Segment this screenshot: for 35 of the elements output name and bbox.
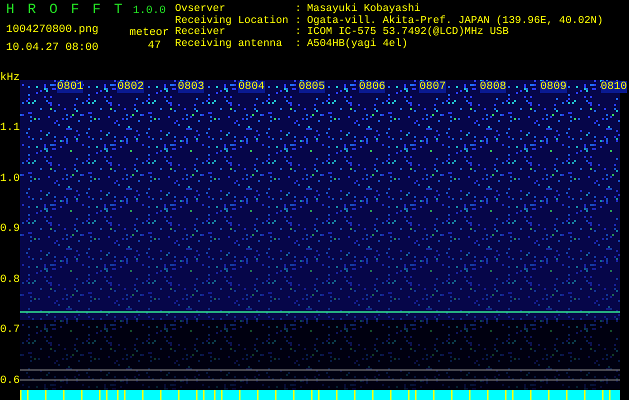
- info-value: ICOM IC-575 53.7492(@LCD)MHz USB: [307, 27, 509, 38]
- frequency-label: 0.6: [0, 374, 20, 386]
- counter-value: 47: [148, 39, 162, 53]
- frequency-label: 1.0: [0, 172, 20, 184]
- info-separator: :: [295, 16, 302, 27]
- time-label: 0810: [600, 81, 627, 93]
- info-label: Receiving Location: [175, 16, 290, 26]
- info-label: Ovserver: [175, 4, 226, 15]
- time-label: 0803: [178, 81, 204, 93]
- time-label: 0807: [419, 81, 446, 93]
- info-value: A504HB(yagi 4el): [307, 38, 408, 50]
- app-version: 1.0.0: [132, 4, 166, 19]
- time-label: 0809: [540, 81, 567, 93]
- time-label: 0805: [298, 81, 325, 93]
- time-label: 0804: [238, 81, 265, 93]
- frequency-label: 0.8: [0, 274, 20, 286]
- timestamp: 10.04.27 08:00: [6, 41, 100, 56]
- time-label: 0808: [480, 81, 506, 93]
- unit-label: kHz: [0, 72, 20, 84]
- info-label: Receiving antenna: [175, 38, 284, 50]
- frequency-label: 0.9: [0, 223, 20, 235]
- info-separator: :: [295, 4, 302, 16]
- counter-label: meteor: [129, 27, 169, 39]
- info-separator: :: [295, 38, 302, 50]
- time-label: 0801: [57, 81, 84, 93]
- time-label: 0806: [359, 81, 386, 93]
- frequency-label: 0.7: [0, 324, 20, 336]
- info-label: Receiver: [175, 27, 226, 38]
- file-name: 1004270800.png: [6, 23, 100, 38]
- time-label: 0802: [117, 81, 144, 93]
- app-title: H R O F F T: [6, 2, 125, 18]
- info-separator: :: [295, 27, 302, 38]
- frequency-label: 1.1: [0, 122, 20, 134]
- info-value: Ogata-vill. Akita-Pref. JAPAN (139.96E, 40.02N): [307, 16, 604, 26]
- info-value: Masayuki Kobayashi: [307, 4, 420, 15]
